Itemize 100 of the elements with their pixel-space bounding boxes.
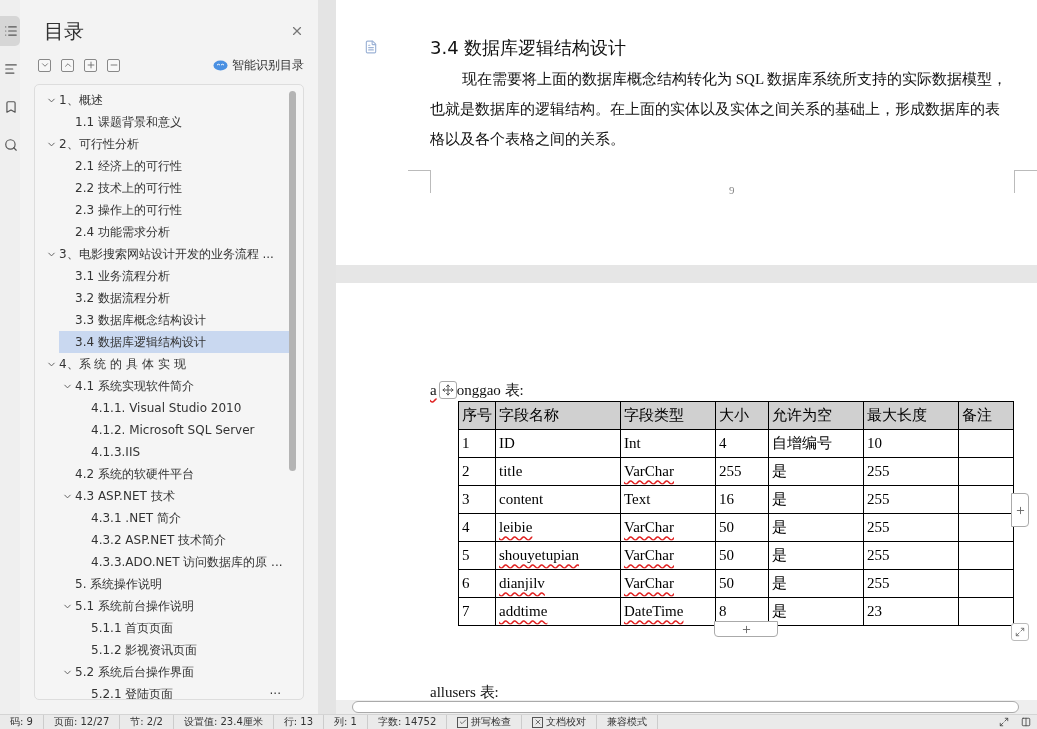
status-item: 节: 2/2 — [120, 715, 174, 729]
toc-tab[interactable] — [0, 16, 20, 46]
column-header: 最大长度 — [863, 401, 959, 430]
page-number: 9 — [729, 184, 735, 196]
panel-title: 目录 — [44, 17, 84, 45]
column-header: 允许为空 — [768, 401, 864, 430]
check-icon[interactable] — [458, 718, 467, 726]
table-cell: VarChar — [620, 541, 716, 570]
table-cell: VarChar — [620, 457, 716, 486]
table-cell: 3 — [458, 485, 496, 514]
toc-item[interactable]: 4.3.1 .NET 简介 — [43, 507, 181, 529]
toc-item[interactable]: 5.1.2 影视资讯页面 — [43, 639, 198, 661]
status-item: 字数: 14752 — [368, 715, 448, 729]
table-cell: 自增编号 — [768, 429, 864, 458]
toc-item[interactable]: 3.1 业务流程分析 — [43, 265, 170, 287]
table-cell: 是 — [768, 485, 864, 514]
toc-item[interactable]: 4、系 统 的 具 体 实 现 — [43, 353, 186, 375]
toc-item[interactable]: 4.1 系统实现软件简介 — [43, 375, 194, 397]
resize-button[interactable] — [1011, 623, 1029, 641]
status-item: 行: 13 — [273, 715, 325, 729]
toc-item[interactable]: 2.1 经济上的可行性 — [43, 155, 182, 177]
reading-view-icon[interactable] — [1021, 717, 1031, 727]
crop-mark — [408, 170, 431, 193]
toc-item[interactable]: 4.1.1. Visual Studio 2010 — [43, 397, 242, 419]
status-item: 码: 9 — [0, 715, 44, 729]
cross-icon[interactable] — [533, 718, 542, 726]
table-cell: Int — [620, 429, 716, 458]
table-label: allusers 表: — [430, 683, 499, 702]
table-cell: 255 — [863, 541, 959, 570]
add-row-button[interactable] — [714, 621, 778, 637]
toc-item[interactable]: 4.2 系统的软硬件平台 — [43, 463, 194, 485]
status-toggle[interactable]: 文档校对 — [522, 715, 598, 729]
toc-item[interactable]: 4.3.2 ASP.NET 技术简介 — [43, 529, 227, 551]
status-item: 兼容模式 — [597, 715, 659, 729]
toc-item[interactable]: 3、电影搜索网站设计开发的业务流程 ... — [43, 243, 274, 265]
toc-item[interactable]: 2、可行性分析 — [43, 133, 139, 155]
table-cell: 7 — [458, 597, 496, 626]
status-item: 页面: 12/27 — [43, 715, 121, 729]
toc-item[interactable]: 4.3 ASP.NET 技术 — [43, 485, 175, 507]
toc-item[interactable]: 4.1.3.IIS — [43, 441, 141, 463]
table-cell: 16 — [715, 485, 769, 514]
smart-toc-button[interactable]: 智能识别目录 — [213, 56, 304, 74]
toc-item[interactable]: 1.1 课题背景和意义 — [43, 111, 182, 133]
table-cell: VarChar — [620, 569, 716, 598]
fullscreen-icon[interactable] — [999, 717, 1009, 727]
resize-icon[interactable] — [1015, 627, 1025, 637]
scrollbar-thumb[interactable] — [289, 91, 296, 471]
toc-item[interactable]: 3.3 数据库概念结构设计 — [43, 309, 206, 331]
status-toggle[interactable]: 拼写检查 — [447, 715, 523, 729]
table-cell: leibie — [495, 513, 621, 542]
table-cell: addtime — [495, 597, 621, 626]
outline-icon[interactable] — [4, 62, 18, 76]
section-heading: 3.4 数据库逻辑结构设计 — [430, 36, 628, 60]
table-cell: 23 — [863, 597, 959, 626]
table-label: onggao 表: — [456, 380, 524, 400]
table-cell: 255 — [863, 485, 959, 514]
bookmark-icon[interactable] — [4, 100, 18, 114]
document-icon[interactable] — [364, 40, 378, 54]
crop-mark — [1014, 170, 1037, 193]
toc-item[interactable]: 5.2.1 登陆页面 — [43, 683, 174, 699]
add-column-button[interactable] — [1011, 493, 1029, 527]
toc-item[interactable]: 5.1 系统前台操作说明 — [43, 595, 194, 617]
cloud-icon — [213, 59, 228, 71]
toc-item[interactable]: 2.3 操作上的可行性 — [43, 199, 182, 221]
toc-item[interactable]: 5. 系统操作说明 — [43, 573, 163, 595]
table-cell: 50 — [715, 569, 769, 598]
table-cell: 10 — [863, 429, 959, 458]
toc-item[interactable]: 5.2 系统后台操作界面 — [43, 661, 194, 683]
table-cell: 255 — [863, 457, 959, 486]
more-indicator: ... — [269, 683, 281, 697]
search-icon[interactable] — [4, 138, 18, 152]
plus-icon[interactable] — [1014, 504, 1026, 516]
table-label: a — [430, 381, 437, 399]
toc-item[interactable]: 3.2 数据流程分析 — [43, 287, 170, 309]
plus-icon[interactable] — [740, 623, 752, 635]
table-cell: 50 — [715, 513, 769, 542]
table-cell: dianjilv — [495, 569, 621, 598]
table-cell: 5 — [458, 541, 496, 570]
close-icon[interactable] — [290, 24, 304, 38]
toc-icon[interactable] — [4, 24, 18, 38]
toc-item[interactable]: 1、概述 — [43, 89, 103, 111]
column-header: 序号 — [458, 401, 496, 430]
toc-item[interactable]: 4.1.2. Microsoft SQL Server — [43, 419, 255, 441]
toc-item[interactable]: 2.4 功能需求分析 — [43, 221, 170, 243]
toc-item[interactable]: 4.3.3.ADO.NET 访问数据库的原 ... — [43, 551, 283, 573]
table-cell: 是 — [768, 457, 864, 486]
table-cell: title — [495, 457, 621, 486]
column-header: 大小 — [715, 401, 769, 430]
table-cell: 是 — [768, 513, 864, 542]
table-cell: Text — [620, 485, 716, 514]
table-cell: 1 — [458, 429, 496, 458]
horizontal-scrollbar[interactable] — [336, 700, 1037, 714]
table-cell: 4 — [458, 513, 496, 542]
table-cell: 4 — [715, 429, 769, 458]
toc-item[interactable]: 5.1.1 首页页面 — [43, 617, 174, 639]
column-header: 字段名称 — [495, 401, 621, 430]
toc-item[interactable]: 3.4 数据库逻辑结构设计 — [59, 331, 289, 353]
toc-item[interactable]: 2.2 技术上的可行性 — [43, 177, 182, 199]
column-header: 备注 — [958, 401, 1014, 430]
table-cell: DateTime — [620, 597, 716, 626]
